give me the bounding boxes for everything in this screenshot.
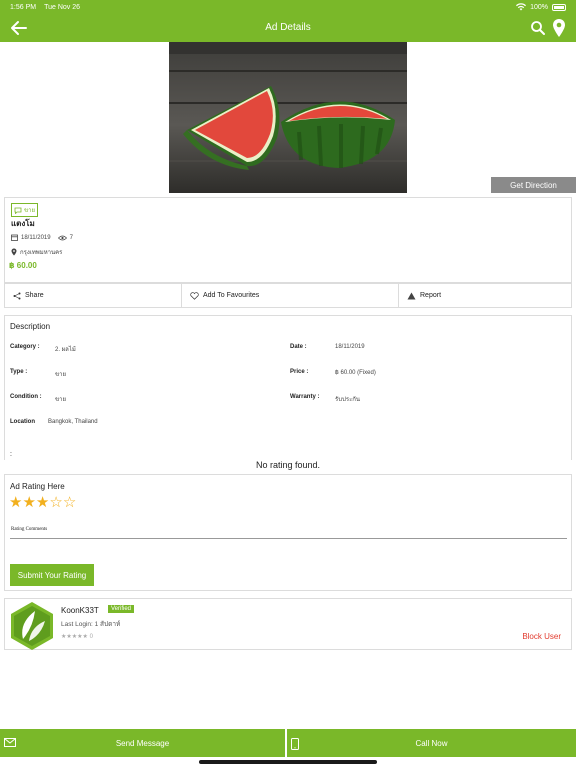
seller-avatar[interactable] <box>9 601 55 651</box>
ad-date: 18/11/2019 <box>21 234 51 241</box>
star-3-icon[interactable]: ★ <box>36 494 49 511</box>
condition-label: Condition : <box>10 394 42 400</box>
home-indicator[interactable] <box>199 760 377 764</box>
call-now-button[interactable]: Call Now <box>287 729 576 757</box>
page-title: Ad Details <box>265 22 311 33</box>
heart-icon <box>190 291 199 300</box>
ad-title: แตงโม <box>11 219 35 228</box>
date-label: Date : <box>290 344 307 350</box>
price-value: ฿ 60.00 (Fixed) <box>335 370 376 376</box>
status-date: Tue Nov 26 <box>44 3 81 11</box>
star-1-icon[interactable]: ★ <box>9 494 22 511</box>
ad-info-card: ขาย แตงโม 18/11/2019 7 กรุงเทพมหานคร ฿ 6… <box>4 197 572 283</box>
verified-badge: Verified <box>108 605 135 613</box>
status-right: 100% <box>516 3 566 11</box>
arrow-left-icon[interactable] <box>8 18 30 38</box>
phone-icon <box>291 738 299 750</box>
price-row: Price : ฿ 60.00 (Fixed) <box>290 369 376 376</box>
eye-icon <box>57 235 67 240</box>
seller-last-login: Last Login: 1 สัปดาห์ <box>61 621 121 628</box>
calendar-icon <box>11 234 18 241</box>
report-label: Report <box>420 292 442 299</box>
ad-action-bar: Share Add To Favourites Report <box>4 283 572 308</box>
rating-comments-label: Rating Comments <box>11 527 48 532</box>
star-5-icon[interactable]: ☆ <box>63 494 76 511</box>
seller-name[interactable]: KoonK33T <box>61 606 99 615</box>
add-to-favourites-button[interactable]: Add To Favourites <box>182 284 399 307</box>
location-value: Bangkok, Thailand <box>48 419 98 425</box>
get-direction-button[interactable]: Get Direction <box>491 177 576 193</box>
ad-type-label: ขาย <box>24 208 35 214</box>
ad-location-row: กรุงเทพมหานคร <box>11 247 62 257</box>
envelope-icon <box>4 738 16 747</box>
share-button[interactable]: Share <box>5 284 182 307</box>
battery-icon <box>552 3 566 11</box>
top-nav-bar: Ad Details <box>0 14 576 42</box>
type-label: Type : <box>10 369 28 375</box>
chat-bubble-icon <box>14 207 22 214</box>
status-bar: 1:56 PM Tue Nov 26 100% <box>0 0 576 14</box>
condition-row: Condition : ขาย <box>10 394 66 404</box>
date-row: Date : 18/11/2019 <box>290 344 365 350</box>
type-row: Type : ขาย <box>10 369 66 379</box>
date-value: 18/11/2019 <box>335 344 365 350</box>
type-value: ขาย <box>55 372 66 378</box>
rating-title: Ad Rating Here <box>10 482 65 491</box>
condition-value: ขาย <box>55 397 66 403</box>
location-icon <box>11 248 17 256</box>
send-message-button[interactable]: Send Message <box>0 729 287 757</box>
warning-icon <box>407 292 416 299</box>
submit-rating-button[interactable]: Submit Your Rating <box>10 564 94 586</box>
description-trailing-colon: : <box>10 451 12 458</box>
ad-meta-row: 18/11/2019 7 <box>11 234 73 241</box>
rating-card: Ad Rating Here ★★★☆☆ Rating Comments Sub… <box>4 474 572 591</box>
no-rating-message: No rating found. <box>255 460 321 470</box>
status-time: 1:56 PM <box>10 3 37 11</box>
report-button[interactable]: Report <box>399 284 571 307</box>
search-icon[interactable] <box>530 20 546 36</box>
share-label: Share <box>25 292 44 299</box>
map-pin-icon[interactable] <box>552 18 566 38</box>
favourite-label: Add To Favourites <box>203 292 260 299</box>
ad-views: 7 <box>69 234 73 241</box>
warranty-label: Warranty : <box>290 394 320 400</box>
star-4-icon[interactable]: ☆ <box>49 494 62 511</box>
category-label: Category : <box>10 344 40 350</box>
seller-card: KoonK33T Verified Last Login: 1 สัปดาห์ … <box>4 598 572 650</box>
description-card: Description Category : 2. ผลไม้ Date : 1… <box>4 315 572 460</box>
ad-location: กรุงเทพมหานคร <box>20 250 63 256</box>
star-rating-input[interactable]: ★★★☆☆ <box>9 493 76 511</box>
ad-photo[interactable] <box>169 42 407 193</box>
category-row: Category : 2. ผลไม้ <box>10 344 76 354</box>
ad-type-tag: ขาย <box>11 203 38 217</box>
wifi-icon <box>516 3 527 11</box>
rating-comments-input[interactable] <box>10 538 567 539</box>
warranty-row: Warranty : รับประกัน <box>290 394 360 404</box>
share-icon <box>13 292 21 299</box>
battery-percent: 100% <box>530 3 548 11</box>
location-row: Location Bangkok, Thailand <box>10 419 98 425</box>
call-now-label: Call Now <box>415 738 448 748</box>
seller-rating-count: 0 <box>89 634 93 640</box>
ad-price: ฿ 60.00 <box>9 261 37 270</box>
price-label: Price : <box>290 369 309 375</box>
seller-stars-icon: ★★★★★ <box>61 634 88 640</box>
block-user-button[interactable]: Block User <box>522 632 561 641</box>
star-2-icon[interactable]: ★ <box>22 494 35 511</box>
seller-rating: ★★★★★ 0 <box>61 633 93 640</box>
bottom-action-bar: Send Message Call Now <box>0 729 576 757</box>
category-value: 2. ผลไม้ <box>55 347 76 353</box>
description-title: Description <box>10 322 51 331</box>
send-message-label: Send Message <box>115 738 170 748</box>
warranty-value: รับประกัน <box>335 397 361 403</box>
location-label: Location <box>10 419 35 425</box>
